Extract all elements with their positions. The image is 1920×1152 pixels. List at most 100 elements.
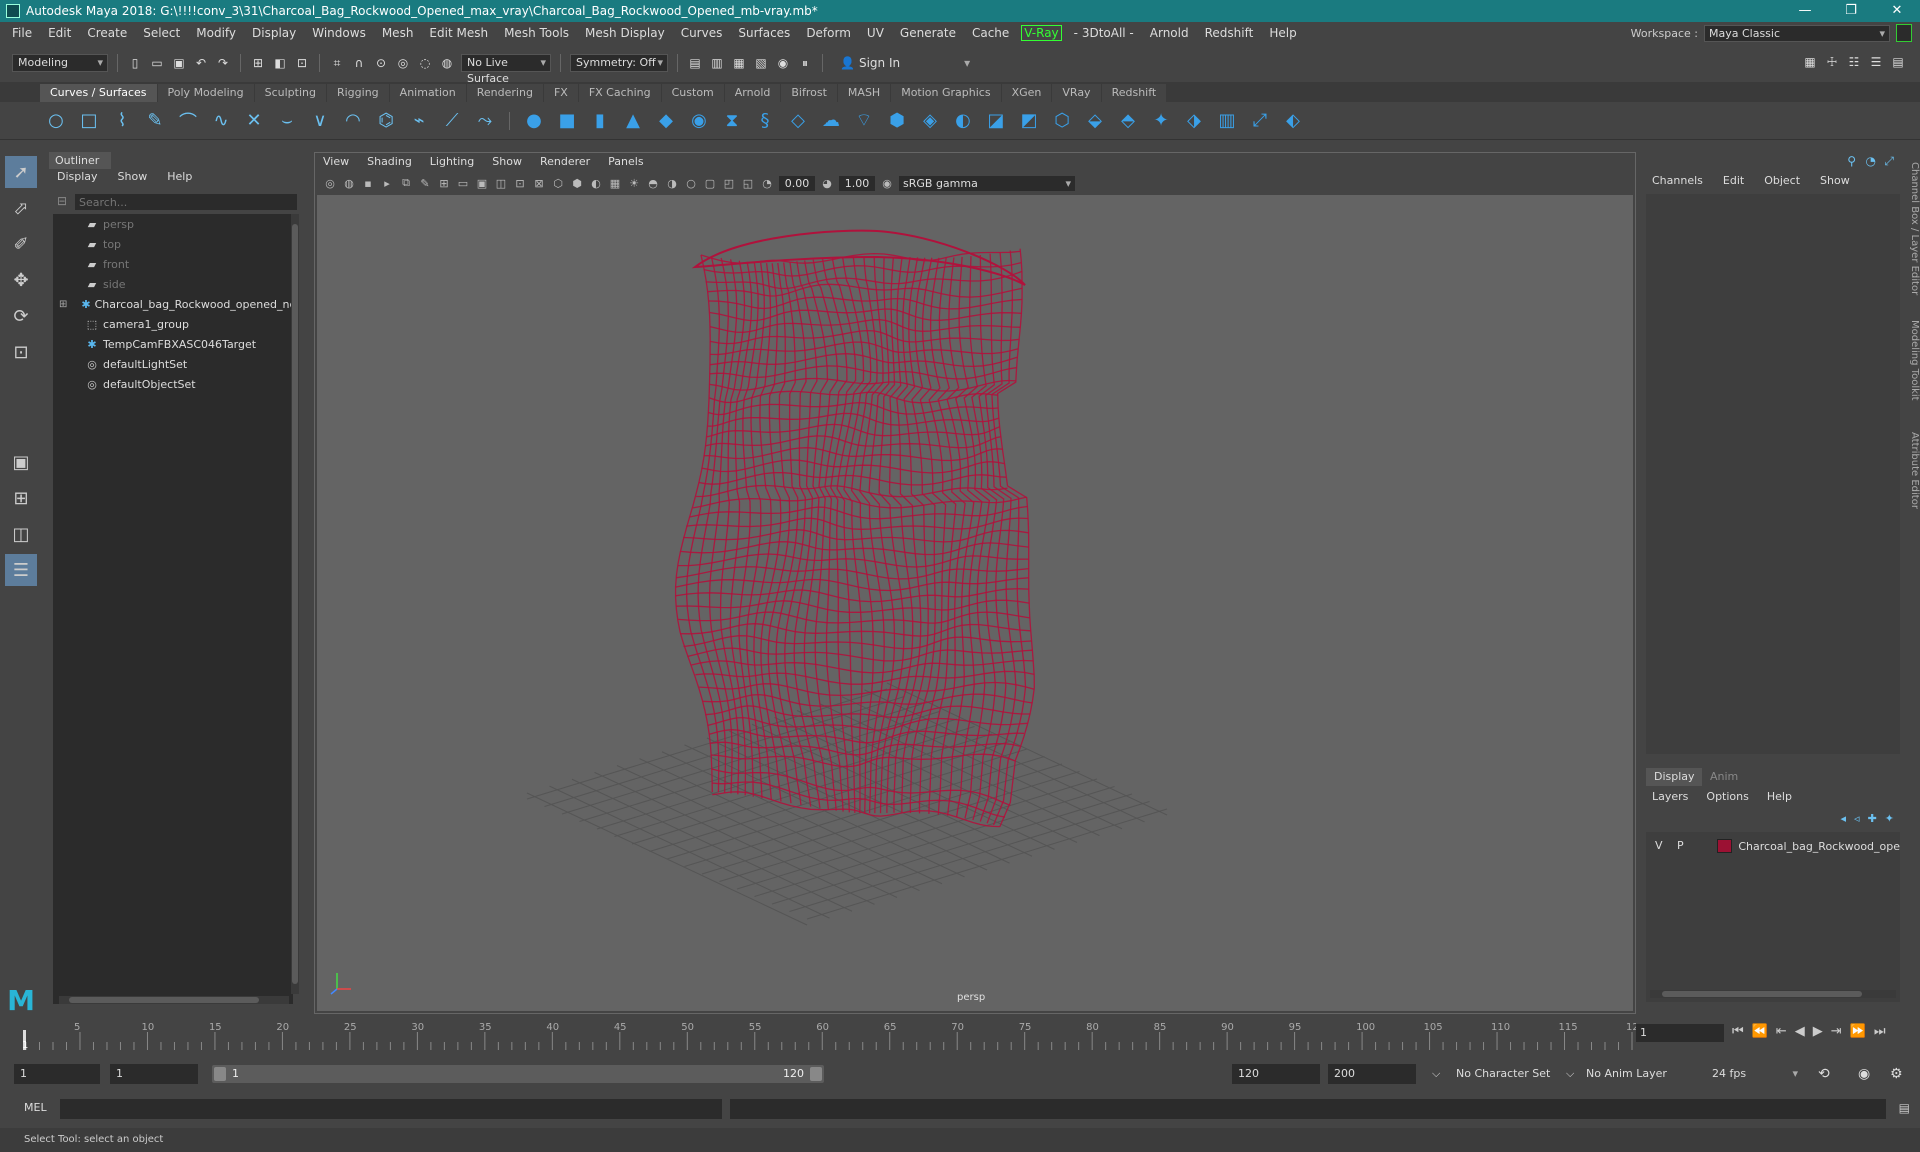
- trim-icon[interactable]: ◪: [984, 109, 1008, 133]
- character-set-icon[interactable]: ⌵: [1432, 1064, 1440, 1084]
- menu-help[interactable]: Help: [1261, 26, 1304, 40]
- menu-edit-mesh[interactable]: Edit Mesh: [421, 26, 496, 40]
- play-forward-icon[interactable]: ▶: [1813, 1024, 1823, 1039]
- loft-icon[interactable]: §: [753, 109, 777, 133]
- shadows-icon[interactable]: ☀: [627, 176, 641, 190]
- menu-mesh-tools[interactable]: Mesh Tools: [496, 26, 577, 40]
- step-back-frame-icon[interactable]: ⇤: [1776, 1024, 1787, 1039]
- snap-grid-icon[interactable]: ⌗: [329, 55, 345, 71]
- viewport-menu-shading[interactable]: Shading: [367, 155, 412, 168]
- insert-isoparm-icon[interactable]: ▥: [1215, 109, 1239, 133]
- menu-select[interactable]: Select: [135, 26, 188, 40]
- new-layer-icon[interactable]: ✚: [1868, 812, 1877, 825]
- close-button[interactable]: ✕: [1874, 0, 1920, 22]
- snap-surface-icon[interactable]: ◌: [417, 55, 433, 71]
- cut-curve-icon[interactable]: ∨: [308, 109, 332, 133]
- step-forward-key-icon[interactable]: ⏩: [1850, 1024, 1866, 1039]
- channel-edit-menu[interactable]: Edit: [1723, 174, 1744, 187]
- attach-surface-icon[interactable]: ⬘: [1116, 109, 1140, 133]
- depth-of-field-icon[interactable]: ◱: [741, 176, 755, 190]
- exposure-field[interactable]: 0.00: [779, 175, 815, 191]
- grid-icon[interactable]: ⊞: [437, 176, 451, 190]
- outliner-item[interactable]: ▰ top: [53, 234, 293, 254]
- tool-settings-toggle-icon[interactable]: ⤢: [1884, 154, 1894, 169]
- detach-surface-icon[interactable]: ✦: [1149, 109, 1173, 133]
- four-view-icon[interactable]: ⊞: [5, 482, 37, 514]
- nurbs-sphere-icon[interactable]: ●: [522, 109, 546, 133]
- paint-select-tool-icon[interactable]: ✐: [5, 228, 37, 260]
- ep-curve-icon[interactable]: ⌇: [110, 109, 134, 133]
- outliner-menu-help[interactable]: Help: [167, 170, 192, 183]
- lasso-tool-icon[interactable]: ⬀: [5, 192, 37, 224]
- go-to-end-icon[interactable]: ⏭: [1874, 1024, 1886, 1039]
- side-tab-channel-box[interactable]: Channel Box / Layer Editor: [1906, 162, 1920, 295]
- minimize-button[interactable]: —: [1782, 0, 1828, 22]
- viewport-menu-renderer[interactable]: Renderer: [540, 155, 590, 168]
- untrim-icon[interactable]: ◩: [1017, 109, 1041, 133]
- shelf-tab-rigging[interactable]: Rigging: [326, 84, 389, 102]
- select-hierarchy-icon[interactable]: ⊞: [250, 55, 266, 71]
- shelf-tab-curves-surfaces[interactable]: Curves / Surfaces: [40, 84, 157, 102]
- field-chart-icon[interactable]: ⊡: [513, 176, 527, 190]
- antialias-icon[interactable]: ◰: [722, 176, 736, 190]
- xray-icon[interactable]: ◓: [646, 176, 660, 190]
- outliner-layout-icon[interactable]: ☰: [5, 554, 37, 586]
- shelf-tab-fx[interactable]: FX: [543, 84, 578, 102]
- menu-generate[interactable]: Generate: [892, 26, 964, 40]
- channel-box-icon[interactable]: ▤: [1890, 54, 1906, 70]
- go-to-start-icon[interactable]: ⏮: [1732, 1024, 1744, 1039]
- shelf-tab-vray[interactable]: VRay: [1052, 84, 1101, 102]
- image-plane-icon[interactable]: ▸: [380, 176, 394, 190]
- outliner-vscrollbar[interactable]: [291, 214, 299, 994]
- scene-start-field[interactable]: 1: [14, 1064, 100, 1084]
- smooth-shade-icon[interactable]: ⬢: [570, 176, 584, 190]
- nurbs-square-icon[interactable]: □: [77, 109, 101, 133]
- channels-menu[interactable]: Channels: [1652, 174, 1703, 187]
- persp-viewport[interactable]: persp: [317, 195, 1633, 1011]
- planar-icon[interactable]: ◇: [786, 109, 810, 133]
- shelf-tab-mash[interactable]: MASH: [837, 84, 891, 102]
- menu-deform[interactable]: Deform: [798, 26, 859, 40]
- shelf-tab-redshift[interactable]: Redshift: [1101, 84, 1167, 102]
- safe-action-icon[interactable]: ⊠: [532, 176, 546, 190]
- snap-live-icon[interactable]: ◍: [439, 55, 455, 71]
- project-curve-icon[interactable]: ⬡: [1050, 109, 1074, 133]
- textured-icon[interactable]: ▦: [608, 176, 622, 190]
- menu-3dtoall[interactable]: - 3DtoAll -: [1066, 26, 1142, 40]
- motion-blur-icon[interactable]: ▢: [703, 176, 717, 190]
- rebuild-curve-icon[interactable]: ⤳: [473, 109, 497, 133]
- layers-menu[interactable]: Layers: [1652, 790, 1688, 803]
- isolate-select-icon[interactable]: ◑: [665, 176, 679, 190]
- menu-curves[interactable]: Curves: [673, 26, 731, 40]
- range-end-handle[interactable]: [810, 1067, 822, 1081]
- lock-icon[interactable]: [1896, 24, 1912, 42]
- viewport-menu-lighting[interactable]: Lighting: [430, 155, 474, 168]
- extrude-icon[interactable]: ☁: [819, 109, 843, 133]
- render-settings-icon[interactable]: ▧: [753, 55, 769, 71]
- layer-color-swatch[interactable]: [1716, 839, 1733, 853]
- redo-icon[interactable]: ↷: [215, 55, 231, 71]
- select-tool-icon[interactable]: ➚: [5, 156, 37, 188]
- outliner-menu-show[interactable]: Show: [118, 170, 148, 183]
- play-backward-icon[interactable]: ◀: [1795, 1024, 1805, 1039]
- channel-box-toggle-icon[interactable]: ⚲: [1847, 154, 1856, 168]
- outliner-item[interactable]: ✱ TempCamFBXASC046Target: [53, 334, 293, 354]
- single-view-icon[interactable]: ▣: [5, 446, 37, 478]
- shelf-tab-poly-modeling[interactable]: Poly Modeling: [157, 84, 254, 102]
- wireframe-icon[interactable]: ⬡: [551, 176, 565, 190]
- render-frame-icon[interactable]: ▥: [709, 55, 725, 71]
- rotate-tool-icon[interactable]: ⟳: [5, 300, 37, 332]
- menu-display[interactable]: Display: [244, 26, 304, 40]
- save-scene-icon[interactable]: ▣: [171, 55, 187, 71]
- script-editor-icon[interactable]: ▤: [1899, 1101, 1910, 1115]
- modeling-toolkit-icon[interactable]: ▦: [1802, 54, 1818, 70]
- symmetry-dropdown[interactable]: Symmetry: Off: [570, 54, 668, 72]
- side-tab-attribute-editor[interactable]: Attribute Editor: [1906, 432, 1920, 509]
- viewport-menu-show[interactable]: Show: [492, 155, 522, 168]
- ambient-occlusion-icon[interactable]: ○: [684, 176, 698, 190]
- open-scene-icon[interactable]: ▭: [149, 55, 165, 71]
- select-object-icon[interactable]: ◧: [272, 55, 288, 71]
- outliner-search-input[interactable]: [75, 194, 297, 210]
- boundary-icon[interactable]: ⬢: [885, 109, 909, 133]
- outliner-item[interactable]: ⊞ ✱ Charcoal_bag_Rockwood_opened_nc: [53, 294, 293, 314]
